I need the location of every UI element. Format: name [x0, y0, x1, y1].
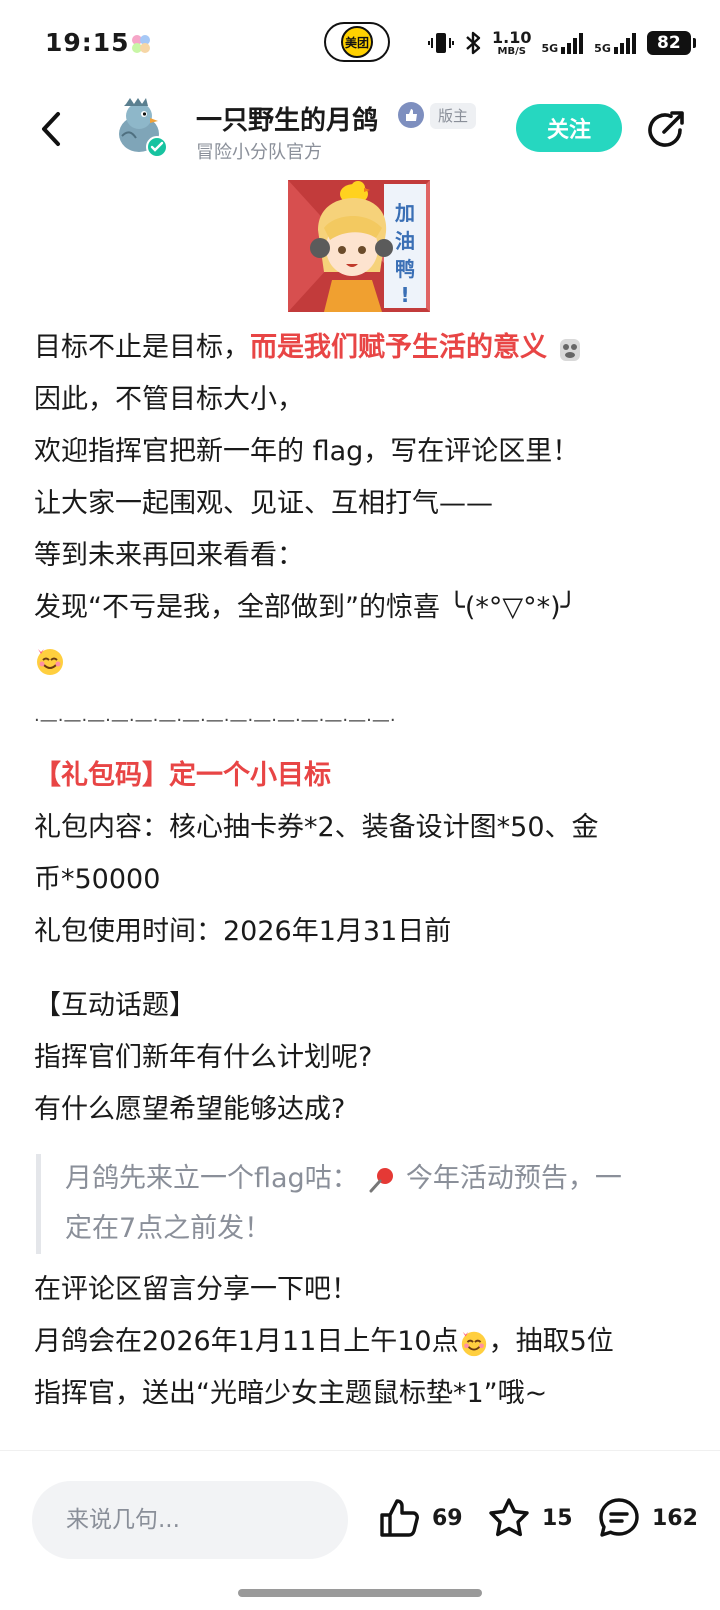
signal-bars-icon: [613, 33, 636, 54]
like-count: 69: [432, 1505, 463, 1531]
gift-code-title: 【礼包码】定一个小目标: [34, 760, 331, 791]
verified-badge-icon: [146, 136, 168, 158]
gift-content-line-1: 礼包内容：核心抽卡券*2、装备设计图*50、金: [34, 812, 599, 843]
author-subtitle: 冒险小分队官方: [196, 142, 322, 163]
lottery-line-1: 月鸽会在2026年1月11日上午10点 ，抽取5位: [34, 1316, 690, 1368]
star-icon: [489, 1498, 529, 1537]
cheer-sticker-image: 加 油 鸭 !: [288, 180, 430, 312]
comment-input[interactable]: 来说几句...: [32, 1481, 348, 1559]
sticker-text-2: 油: [395, 229, 415, 253]
emoji-line: [34, 634, 690, 686]
net-speed-unit: MB/S: [497, 45, 526, 57]
quote-line-1-pre: 月鸽先来立一个flag咕：: [65, 1163, 359, 1194]
intro-line-3: 欢迎指挥官把新一年的 flag，写在评论区里！: [34, 436, 580, 467]
signal-2: 5G: [594, 31, 637, 55]
sticker-text-4: !: [400, 283, 409, 307]
blush-smile-emoji-icon: [37, 648, 63, 675]
net-speed-value: 1.10: [492, 27, 532, 47]
intro-line-5: 等到未来再回来看看：: [34, 540, 304, 571]
section-divider: ·—·—·—·—·—·—·—·—·—·—·—·—·—·—·—·: [34, 710, 396, 731]
comment-button[interactable]: 162: [596, 1493, 698, 1543]
favorite-button[interactable]: 15: [486, 1493, 573, 1543]
comment-bubble-icon: [599, 1498, 639, 1537]
favorite-count: 15: [542, 1505, 573, 1531]
signal-1: 5G: [541, 31, 584, 55]
author-role-badge: 版主: [430, 103, 477, 129]
author-name[interactable]: 一只野生的月鸽: [196, 100, 378, 137]
share-prompt: 在评论区留言分享一下吧！: [34, 1274, 358, 1305]
meituan-label: 美团: [345, 35, 369, 50]
paw-emoji-icon: [559, 338, 580, 361]
intro-line-4: 让大家一起围观、见证、互相打气——: [34, 488, 493, 519]
like-button[interactable]: 69: [376, 1493, 463, 1543]
intro-line-2: 因此，不管目标大小，: [34, 384, 304, 415]
topic-title: 【互动话题】: [34, 990, 196, 1021]
bottom-action-bar: 来说几句... 69 15 162: [0, 1450, 720, 1610]
gift-time: 礼包使用时间：2026年1月31日前: [34, 916, 452, 947]
topic-question-1: 指挥官们新年有什么计划呢?: [34, 1042, 373, 1073]
vibrate-icon: [428, 33, 454, 53]
sticker-text-3: 鸭: [395, 257, 415, 281]
topic-question-2: 有什么愿望希望能够达成?: [34, 1094, 346, 1125]
signal-bars-icon: [561, 33, 584, 54]
pushpin-emoji-icon: [369, 1167, 394, 1192]
quote-line-2: 定在7点之前发！: [65, 1213, 272, 1244]
blush-smile-emoji-icon: [461, 1331, 486, 1356]
back-arrow-icon[interactable]: [36, 108, 66, 150]
post-content: 目标不止是目标，而是我们赋予生活的意义 因此，不管目标大小， 欢迎指挥官把新一年…: [34, 322, 690, 1420]
intro-line-1-highlight: 而是我们赋予生活的意义: [250, 332, 547, 363]
bluetooth-icon: [466, 31, 481, 55]
signal-1-label: 5G: [541, 42, 559, 55]
intro-line-1: 目标不止是目标，而是我们赋予生活的意义: [34, 322, 690, 374]
thumbs-up-icon: [380, 1499, 419, 1537]
intro-line-6: 发现“不亏是我，全部做到”的惊喜 ╰(*°▽°*)╯: [34, 592, 577, 623]
lottery-line-1-pre: 月鸽会在2026年1月11日上午10点: [34, 1326, 459, 1357]
quote-block: 月鸽先来立一个flag咕： 今年活动预告，一 定在7点之前发！: [36, 1154, 690, 1254]
intro-line-1-plain: 目标不止是目标，: [34, 332, 250, 363]
follow-button[interactable]: 关注: [516, 104, 622, 152]
status-time: 19:15: [45, 28, 130, 57]
battery-indicator: 82: [646, 31, 696, 55]
lottery-line-2: 指挥官，送出“光暗少女主题鼠标垫*1”哦~: [34, 1378, 548, 1409]
home-indicator[interactable]: [238, 1589, 482, 1597]
meituan-capsule-icon: 美团: [324, 22, 390, 62]
sticker-text-1: 加: [394, 201, 415, 225]
quote-line-1-post: 今年活动预告，一: [397, 1163, 622, 1194]
app-notification-icon: [132, 35, 150, 53]
status-bar: 19:15 美团 1.10 MB/S 5G 5G 82: [0, 0, 720, 86]
comment-count: 162: [652, 1505, 698, 1531]
author-level-icon: [398, 102, 424, 128]
post-header: 一只野生的月鸽 版主 冒险小分队官方 关注: [0, 90, 720, 170]
signal-2-label: 5G: [594, 42, 611, 55]
share-icon[interactable]: [644, 108, 688, 152]
lottery-line-1-post: ，抽取5位: [488, 1326, 614, 1357]
gift-content-line-2: 币*50000: [34, 864, 161, 895]
quote-line-1: 月鸽先来立一个flag咕： 今年活动预告，一: [65, 1154, 690, 1204]
net-speed: 1.10 MB/S: [492, 27, 532, 57]
